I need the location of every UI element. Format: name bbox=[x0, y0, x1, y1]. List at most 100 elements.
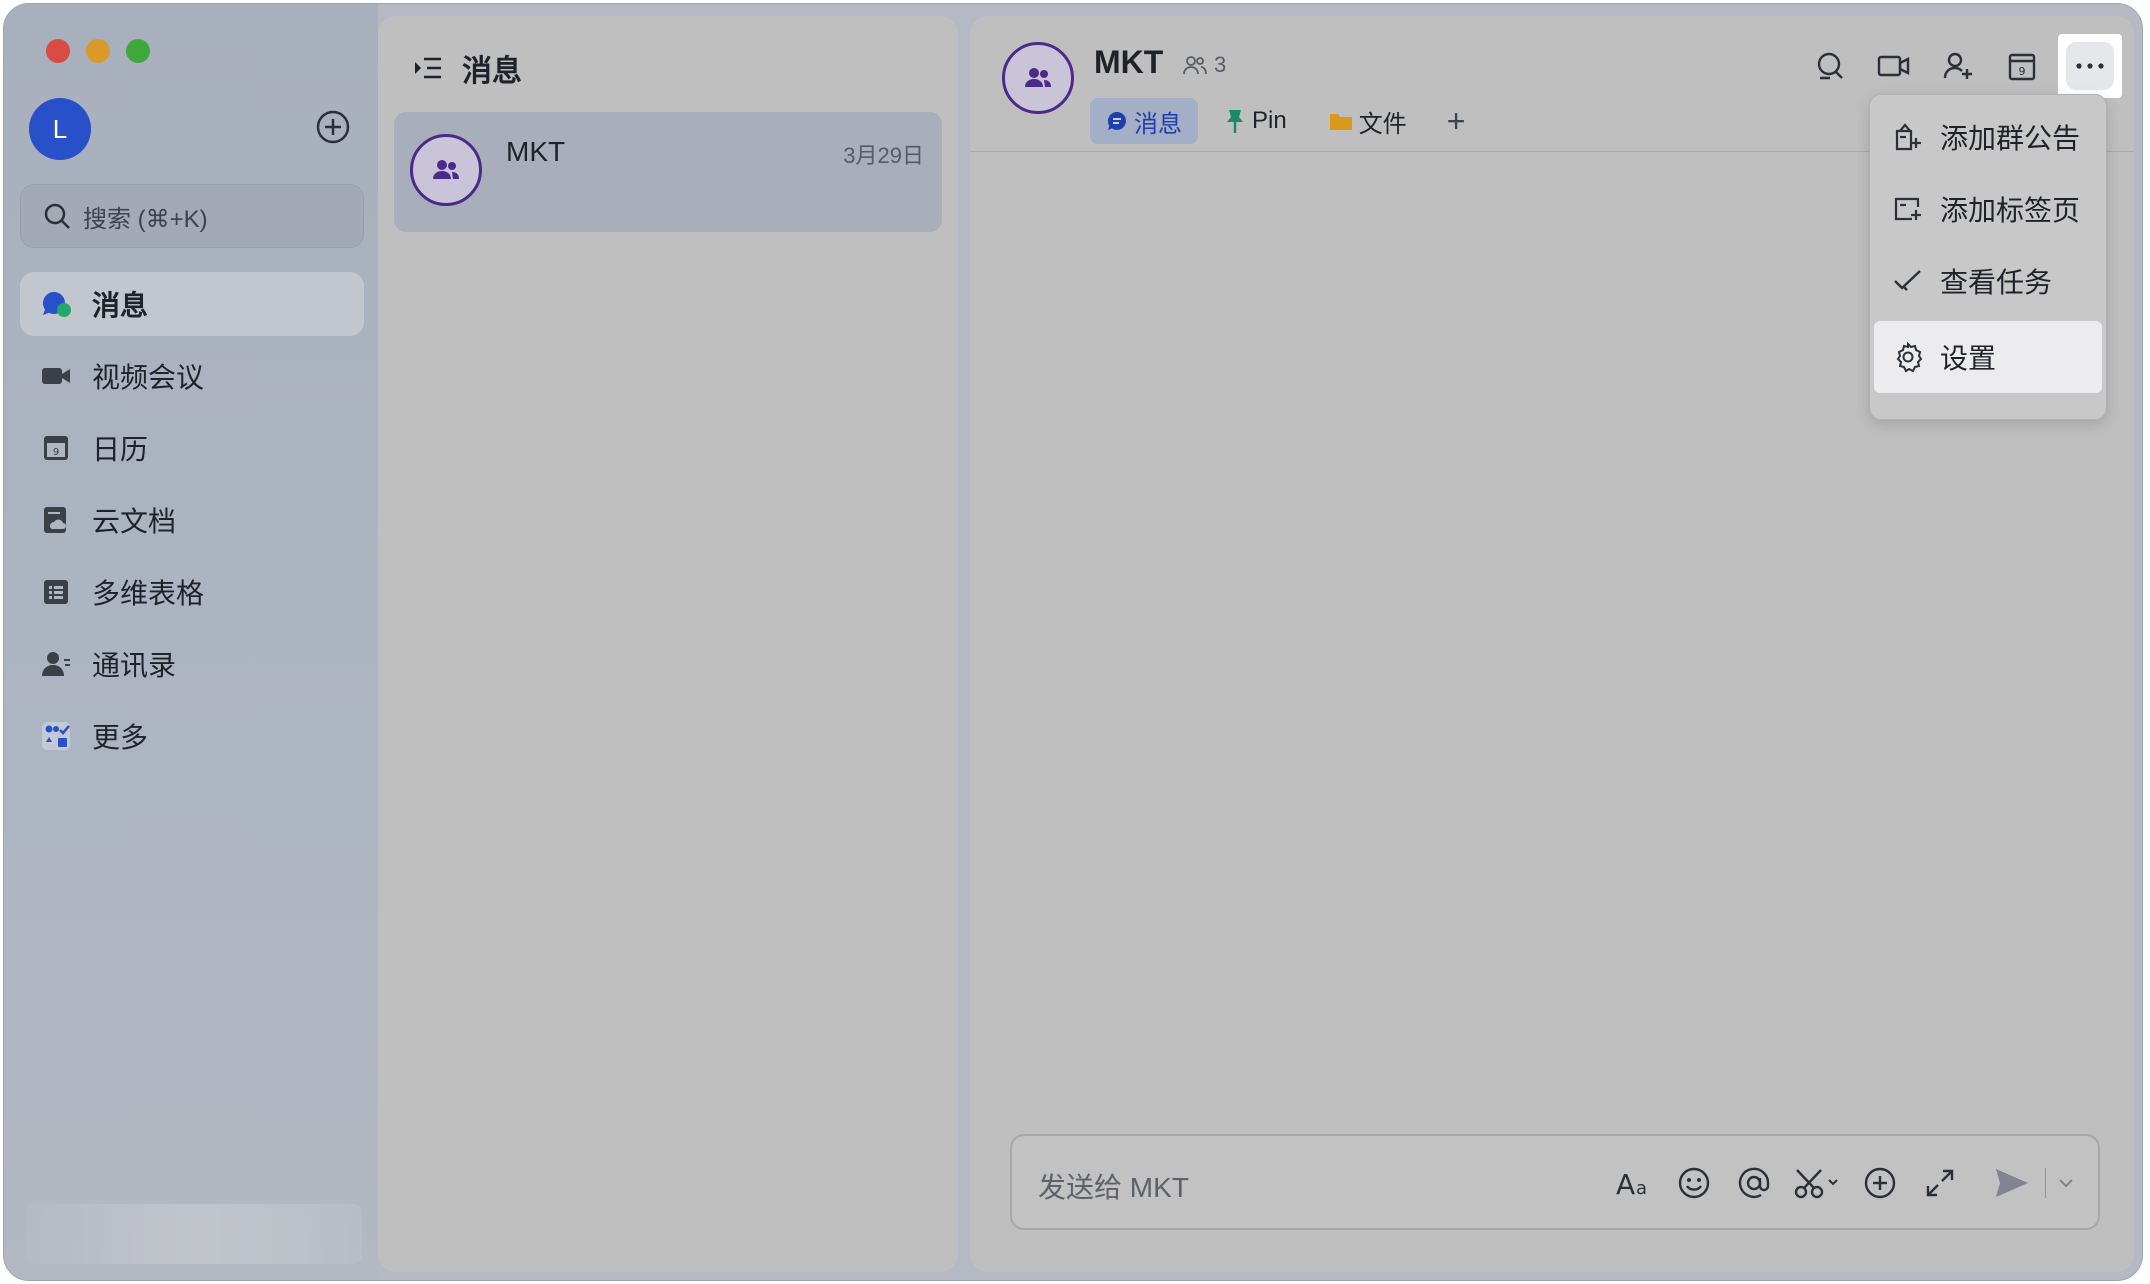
send-button[interactable] bbox=[1987, 1160, 2037, 1206]
chat-name: MKT bbox=[506, 136, 566, 167]
video-call-icon bbox=[1877, 55, 1910, 77]
search-input[interactable]: 搜索 (⌘+K) bbox=[20, 184, 364, 248]
more-icon bbox=[2076, 63, 2104, 69]
search-placeholder: 搜索 (⌘+K) bbox=[83, 205, 208, 233]
table-icon bbox=[40, 576, 72, 608]
group-avatar bbox=[410, 134, 482, 206]
sidebar-item-label: 消息 bbox=[92, 290, 149, 321]
svg-text:A: A bbox=[1616, 1168, 1635, 1199]
scissors-icon bbox=[1794, 1169, 1838, 1199]
send-options-button[interactable] bbox=[2054, 1160, 2078, 1206]
chat-list-title: 消息 bbox=[462, 55, 522, 88]
calendar-icon: 9 bbox=[40, 432, 72, 464]
add-member-icon bbox=[1943, 52, 1972, 79]
tab-messages[interactable]: 消息 bbox=[1090, 98, 1198, 144]
add-tab-icon bbox=[1892, 193, 1924, 225]
minimize-window-button[interactable] bbox=[86, 39, 110, 63]
sidebar-item-base[interactable]: 多维表格 bbox=[20, 560, 364, 624]
emoji-button[interactable] bbox=[1669, 1160, 1719, 1206]
sidebar-item-label: 更多 bbox=[92, 722, 149, 753]
sidebar-nav: 消息 视频会议 9 日历 云文档 多维表格 通讯录 更多 bbox=[20, 272, 364, 776]
cloud-doc-icon bbox=[40, 504, 72, 536]
blurred-region bbox=[26, 1204, 362, 1264]
group-avatar[interactable] bbox=[1002, 42, 1074, 114]
video-call-button[interactable] bbox=[1866, 38, 1922, 94]
menu-item-add-announcement[interactable]: 添加群公告 bbox=[1874, 101, 2102, 173]
expand-icon bbox=[1926, 1169, 1954, 1197]
menu-item-label: 设置 bbox=[1940, 343, 1997, 374]
chat-title[interactable]: MKT bbox=[1094, 44, 1163, 81]
maximize-window-button[interactable] bbox=[126, 39, 150, 63]
tab-label: 消息 bbox=[1134, 110, 1182, 138]
menu-item-add-tab[interactable]: 添加标签页 bbox=[1874, 173, 2102, 245]
sidebar-item-label: 视频会议 bbox=[92, 362, 205, 393]
member-count-value: 3 bbox=[1214, 52, 1227, 77]
chat-list-item[interactable]: MKT 3月29日 bbox=[394, 112, 942, 232]
screenshot-button[interactable] bbox=[1789, 1160, 1845, 1206]
window-controls bbox=[46, 39, 150, 63]
member-count[interactable]: 3 bbox=[1182, 52, 1226, 78]
avatar-initial: L bbox=[52, 113, 68, 144]
chat-date: 3月29日 bbox=[843, 143, 924, 168]
task-check-icon bbox=[1892, 265, 1924, 297]
pin-icon bbox=[1224, 108, 1246, 134]
expand-editor-button[interactable] bbox=[1915, 1160, 1965, 1206]
menu-item-view-tasks[interactable]: 查看任务 bbox=[1874, 245, 2102, 317]
add-tab-button[interactable]: + bbox=[1433, 103, 1480, 140]
sidebar-item-contacts[interactable]: 通讯录 bbox=[20, 632, 364, 696]
group-icon bbox=[433, 160, 459, 179]
emoji-icon bbox=[1678, 1167, 1710, 1199]
sidebar-item-calendar[interactable]: 9 日历 bbox=[20, 416, 364, 480]
menu-item-label: 查看任务 bbox=[1940, 267, 2053, 298]
calendar-button[interactable]: 9 bbox=[1994, 38, 2050, 94]
add-attachment-button[interactable] bbox=[1855, 1160, 1905, 1206]
more-button[interactable] bbox=[2058, 34, 2122, 98]
sidebar-item-label: 日历 bbox=[92, 434, 149, 465]
mention-button[interactable] bbox=[1729, 1160, 1779, 1206]
video-camera-icon bbox=[40, 360, 72, 392]
sidebar-item-messages[interactable]: 消息 bbox=[20, 272, 364, 336]
sidebar-item-label: 通讯录 bbox=[92, 650, 177, 681]
sidebar: L 搜索 (⌘+K) 消息 视频会议 9 日历 云文档 多维表格 通讯录 更多 bbox=[4, 4, 378, 1280]
font-format-button[interactable]: A a bbox=[1609, 1160, 1659, 1206]
chat-header-actions: 9 bbox=[1794, 34, 2122, 98]
chat-tabs: 消息 Pin 文件 + bbox=[1090, 98, 1479, 144]
tab-pin[interactable]: Pin bbox=[1208, 98, 1303, 144]
user-avatar[interactable]: L bbox=[29, 98, 91, 160]
calendar-icon: 9 bbox=[2008, 53, 2036, 81]
members-icon bbox=[1183, 56, 1207, 75]
sidebar-item-cloud-docs[interactable]: 云文档 bbox=[20, 488, 364, 552]
send-icon bbox=[1996, 1169, 2028, 1197]
search-icon bbox=[44, 203, 70, 229]
search-icon bbox=[1817, 52, 1843, 80]
tab-files[interactable]: 文件 bbox=[1313, 98, 1423, 144]
chat-list-panel: 消息 MKT 3月29日 bbox=[378, 16, 958, 1272]
announcement-icon bbox=[1892, 121, 1924, 153]
collapse-list-icon[interactable] bbox=[412, 52, 444, 84]
app-window: L 搜索 (⌘+K) 消息 视频会议 9 日历 云文档 多维表格 通讯录 更多 … bbox=[3, 3, 2143, 1281]
chat-icon bbox=[1106, 110, 1128, 132]
tab-label: 文件 bbox=[1358, 110, 1407, 138]
contacts-icon bbox=[40, 648, 72, 680]
menu-item-settings[interactable]: 设置 bbox=[1874, 321, 2102, 393]
mention-icon bbox=[1738, 1167, 1770, 1199]
message-composer[interactable]: 发送给 MKT A a bbox=[1010, 1134, 2100, 1230]
font-format-icon: A a bbox=[1616, 1168, 1647, 1199]
svg-text:9: 9 bbox=[2019, 65, 2026, 78]
close-window-button[interactable] bbox=[46, 39, 70, 63]
new-item-button[interactable] bbox=[315, 109, 351, 145]
group-icon bbox=[1025, 68, 1051, 87]
sidebar-item-label: 云文档 bbox=[92, 506, 177, 537]
send-divider bbox=[2045, 1168, 2046, 1198]
menu-item-label: 添加标签页 bbox=[1940, 195, 2081, 226]
gear-icon bbox=[1892, 341, 1924, 373]
sidebar-item-more[interactable]: 更多 bbox=[20, 704, 364, 768]
sidebar-item-video-meetings[interactable]: 视频会议 bbox=[20, 344, 364, 408]
add-member-button[interactable] bbox=[1930, 38, 1986, 94]
chevron-down-icon bbox=[2059, 1179, 2073, 1188]
composer-tools: A a bbox=[1599, 1160, 2078, 1206]
plus-icon bbox=[1864, 1167, 1896, 1199]
more-button-inner bbox=[2066, 42, 2114, 90]
apps-grid-icon bbox=[40, 720, 72, 752]
search-chat-button[interactable] bbox=[1802, 38, 1858, 94]
